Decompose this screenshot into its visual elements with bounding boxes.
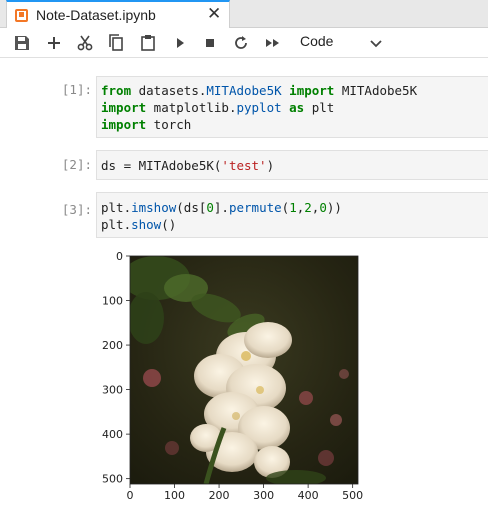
plus-icon bbox=[48, 37, 60, 49]
save-button[interactable] bbox=[11, 33, 33, 53]
code-token: import bbox=[101, 100, 147, 115]
dataset-image bbox=[130, 256, 358, 484]
cell-type-select[interactable]: Code bbox=[300, 33, 333, 49]
code-token: 0 bbox=[319, 200, 327, 215]
restart-icon bbox=[235, 36, 247, 49]
code-token: MITAdobe5K bbox=[206, 83, 282, 98]
code-token: matplotlib. bbox=[146, 100, 237, 115]
run-all-button[interactable] bbox=[262, 33, 284, 53]
notebook-tab[interactable]: Note-Dataset.ipynb ✕ bbox=[6, 0, 230, 29]
stop-button[interactable] bbox=[199, 33, 221, 53]
code-token: from bbox=[101, 83, 132, 98]
y-tick-label: 0 bbox=[116, 250, 123, 263]
code-cell-2[interactable]: ds = MITAdobe5K('test') bbox=[96, 150, 488, 180]
code-token: plt. bbox=[101, 200, 132, 215]
x-tick-label: 500 bbox=[342, 489, 363, 502]
code-token: () bbox=[161, 217, 177, 232]
x-tick-label: 400 bbox=[298, 489, 319, 502]
save-icon bbox=[15, 36, 29, 50]
y-tick-label: 500 bbox=[102, 473, 123, 486]
code-lines: from datasets.MITAdobe5K import MITAdobe… bbox=[97, 77, 488, 133]
copy-button[interactable] bbox=[105, 33, 127, 53]
y-tick-label: 400 bbox=[102, 428, 123, 441]
tab-bar: Note-Dataset.ipynb ✕ bbox=[0, 0, 488, 29]
code-token: plt. bbox=[101, 217, 132, 232]
paste-icon bbox=[141, 35, 155, 51]
code-line: plt.imshow(ds[0].permute(1,2,0)) bbox=[101, 199, 488, 216]
x-tick-label: 0 bbox=[127, 489, 134, 502]
notebook-toolbar: Code bbox=[0, 28, 488, 58]
code-token: )) bbox=[326, 200, 342, 215]
scissors-icon bbox=[77, 35, 93, 51]
code-token: 1 bbox=[289, 200, 297, 215]
code-token: show bbox=[131, 217, 162, 232]
code-line: plt.show() bbox=[101, 216, 488, 233]
fast-forward-icon bbox=[266, 39, 279, 47]
code-token: import bbox=[101, 117, 147, 132]
code-cell-1[interactable]: from datasets.MITAdobe5K import MITAdobe… bbox=[96, 76, 488, 138]
code-token: imshow bbox=[131, 200, 177, 215]
code-cell-3[interactable]: plt.imshow(ds[0].permute(1,2,0)) plt.show… bbox=[96, 192, 488, 238]
code-line: import matplotlib.pyplot as plt bbox=[101, 99, 488, 116]
code-token: 0 bbox=[206, 200, 214, 215]
close-icon[interactable]: ✕ bbox=[207, 5, 221, 23]
y-tick-label: 300 bbox=[102, 384, 123, 397]
x-tick-label: 100 bbox=[164, 489, 185, 502]
code-token: 2 bbox=[304, 200, 312, 215]
code-line: from datasets.MITAdobe5K import MITAdobe… bbox=[101, 82, 488, 99]
restart-button[interactable] bbox=[230, 33, 252, 53]
y-tick-label: 100 bbox=[102, 295, 123, 308]
paste-button[interactable] bbox=[137, 33, 159, 53]
tab-title: Note-Dataset.ipynb bbox=[36, 7, 156, 23]
imshow-figure: 0 100 200 300 400 500 0 100 200 300 400 500 bbox=[102, 250, 363, 502]
cell-prompt-2: [2]: bbox=[61, 157, 92, 172]
code-token: ds = MITAdobe5K( bbox=[101, 158, 222, 173]
cut-button[interactable] bbox=[74, 33, 96, 53]
code-token: as bbox=[289, 100, 305, 115]
code-token: MITAdobe5K bbox=[334, 83, 418, 98]
code-token: (ds[ bbox=[176, 200, 207, 215]
insert-cell-button[interactable] bbox=[43, 33, 65, 53]
notebook-icon bbox=[15, 9, 28, 22]
cell-prompt-3: [3]: bbox=[61, 202, 92, 217]
code-token: permute bbox=[228, 200, 282, 215]
code-lines: plt.imshow(ds[0].permute(1,2,0)) plt.show… bbox=[97, 193, 488, 233]
code-token: plt bbox=[304, 100, 335, 115]
chevron-down-icon[interactable] bbox=[368, 33, 384, 53]
cell-prompt-1: [1]: bbox=[61, 82, 92, 97]
run-button[interactable] bbox=[169, 33, 191, 53]
stop-icon bbox=[206, 39, 214, 47]
code-token: datasets. bbox=[131, 83, 207, 98]
code-line: ds = MITAdobe5K('test') bbox=[101, 157, 488, 174]
code-token: torch bbox=[146, 117, 192, 132]
code-token: ]. bbox=[213, 200, 229, 215]
code-token: import bbox=[289, 83, 335, 98]
copy-icon bbox=[109, 34, 123, 51]
code-lines: ds = MITAdobe5K('test') bbox=[97, 151, 488, 174]
x-tick-label: 200 bbox=[209, 489, 230, 502]
output-plot: 0 100 200 300 400 500 0 100 200 300 400 500 bbox=[96, 248, 376, 510]
x-tick-label: 300 bbox=[253, 489, 274, 502]
y-tick-label: 200 bbox=[102, 339, 123, 352]
code-token: pyplot bbox=[236, 100, 282, 115]
code-token: 'test' bbox=[221, 158, 267, 173]
code-token: ) bbox=[266, 158, 275, 173]
code-line: import torch bbox=[101, 116, 488, 133]
run-icon bbox=[177, 38, 184, 48]
